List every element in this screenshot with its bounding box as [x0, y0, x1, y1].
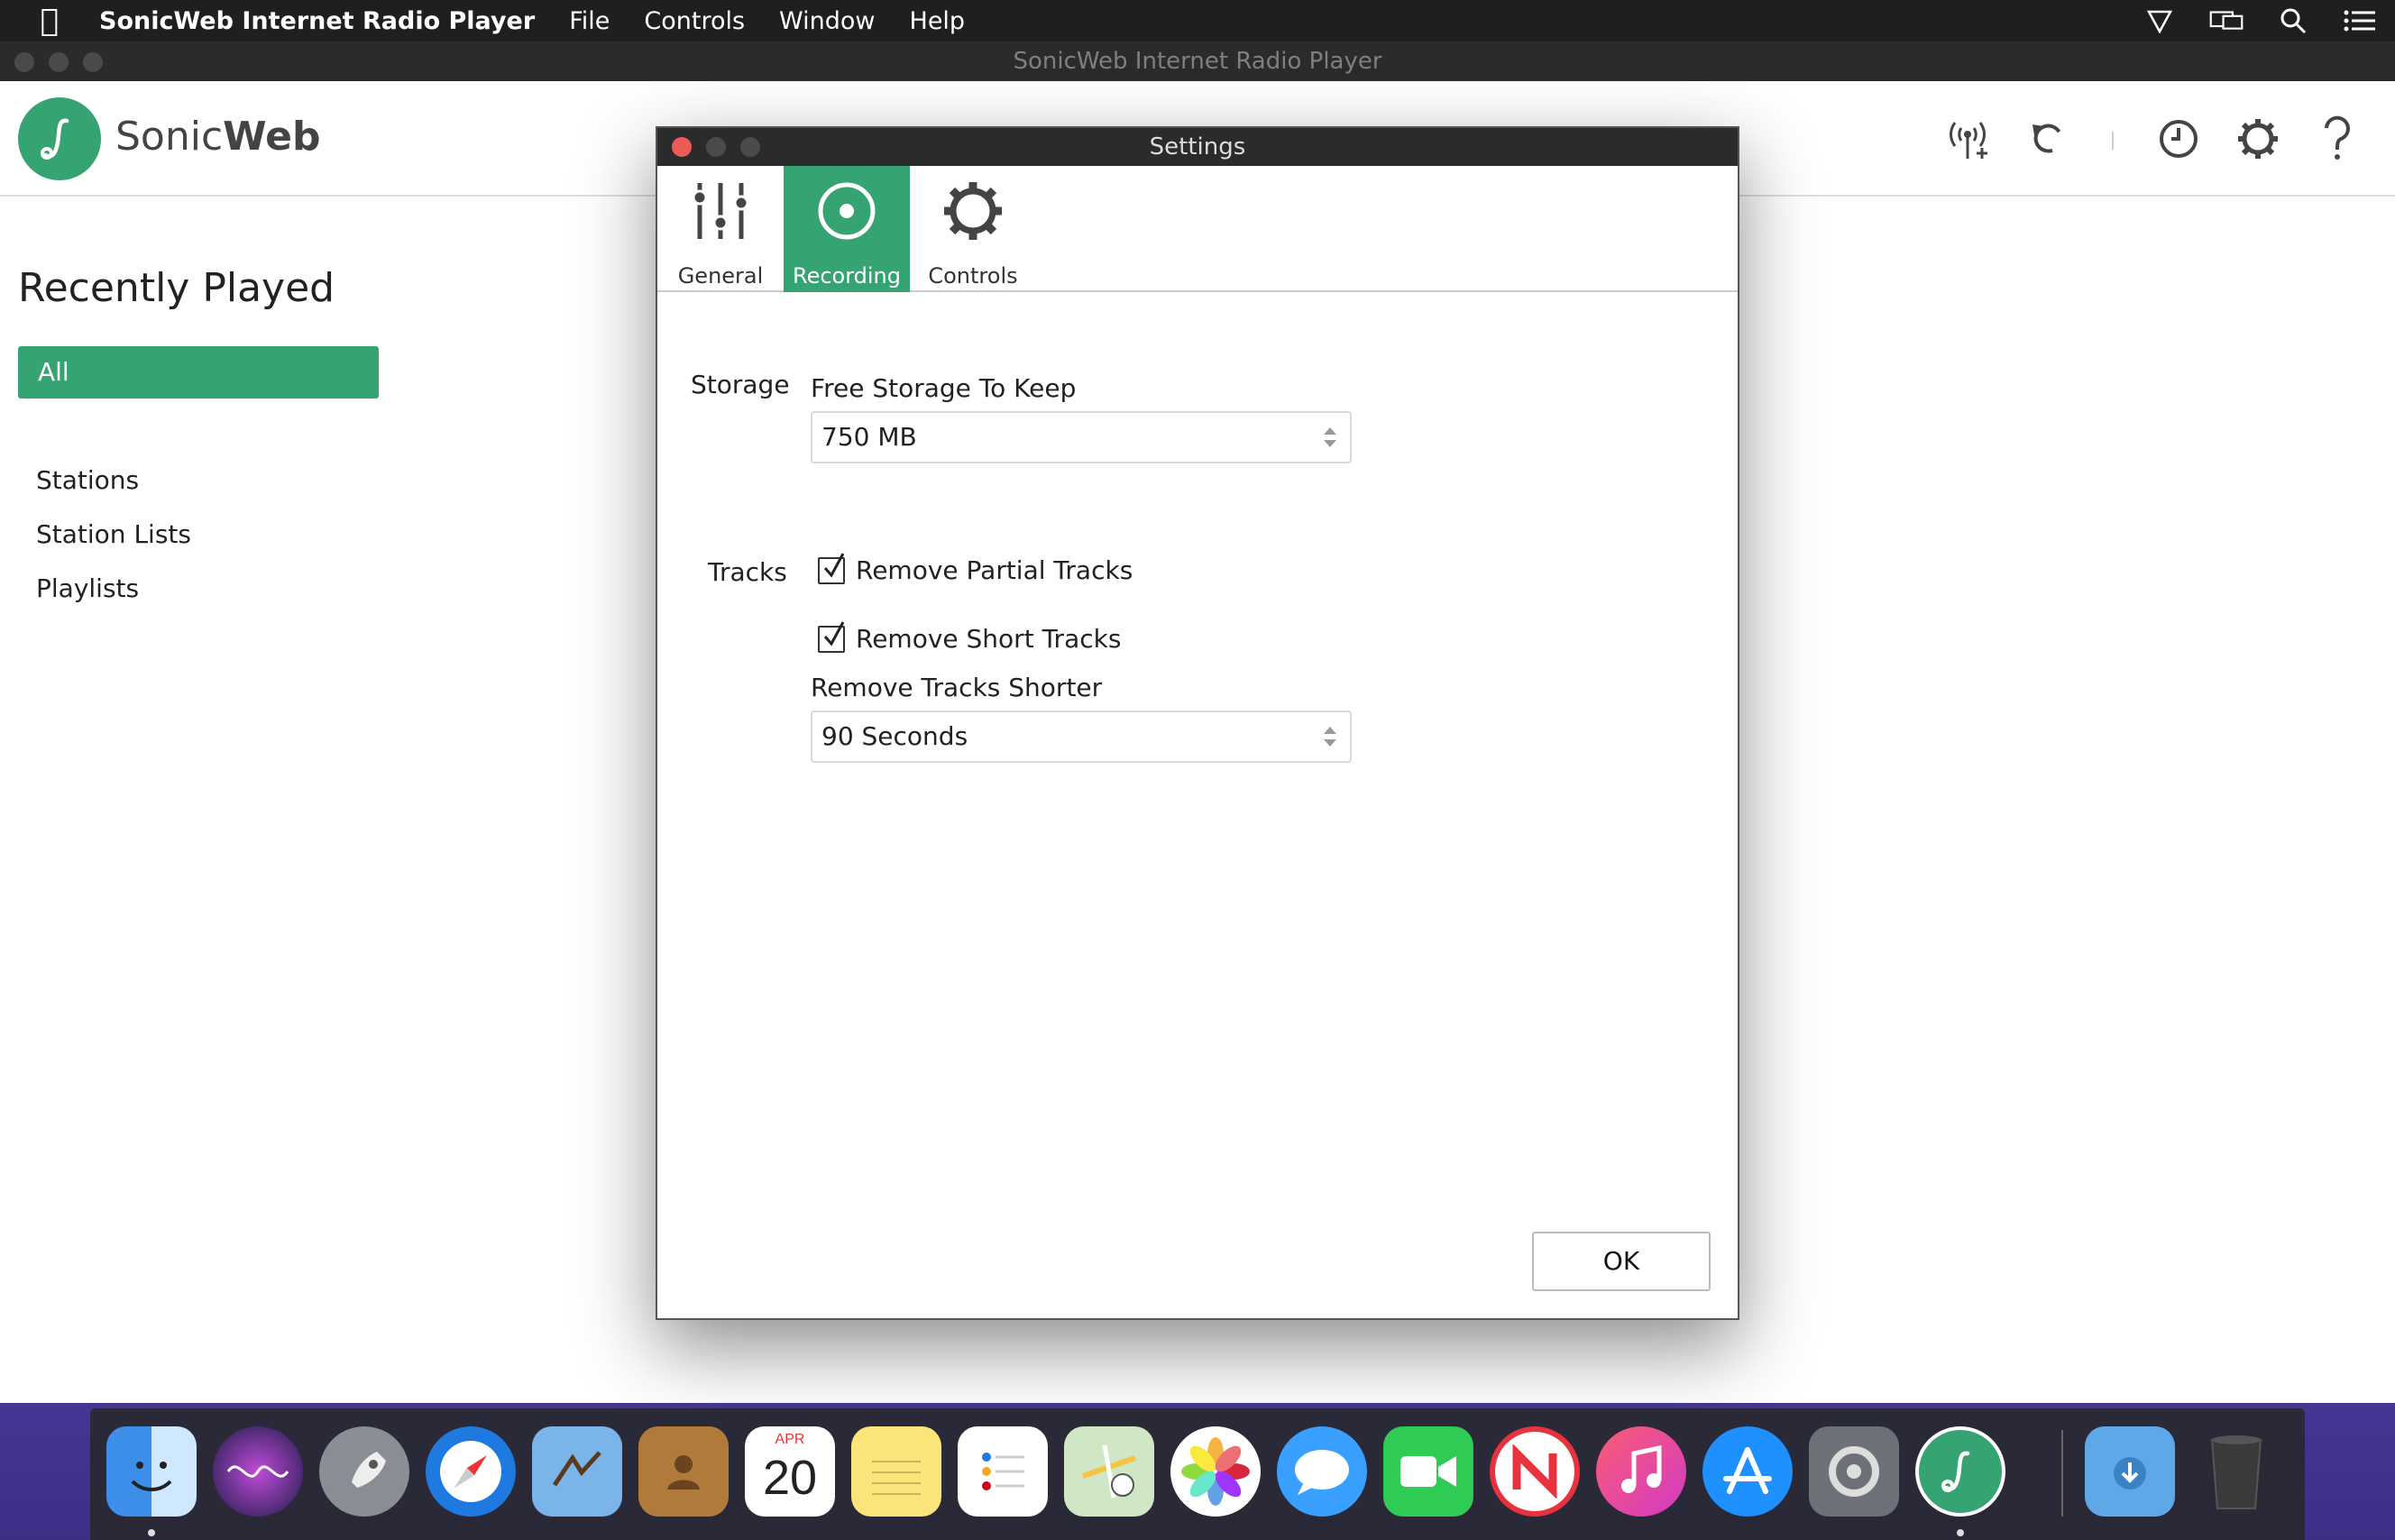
settings-gear-icon[interactable]	[2231, 108, 2285, 170]
tracks-section-label: Tracks	[708, 557, 787, 587]
calendar-month: APR	[775, 1432, 805, 1447]
dialog-controls	[672, 137, 760, 157]
trash-icon[interactable]	[2191, 1426, 2281, 1517]
dialog-close-button[interactable]	[672, 137, 692, 157]
refresh-icon[interactable]	[2020, 108, 2074, 170]
stepper-arrows-icon[interactable]	[1321, 424, 1339, 451]
sliders-icon	[657, 166, 784, 256]
stepper-arrows-icon[interactable]	[1321, 723, 1339, 750]
siri-icon[interactable]	[213, 1426, 303, 1517]
window-title: SonicWeb Internet Radio Player	[1013, 48, 1382, 75]
checkmark-icon	[823, 552, 845, 578]
app-store-icon[interactable]	[1702, 1426, 1793, 1517]
photos-icon[interactable]	[1170, 1426, 1261, 1517]
add-station-icon[interactable]	[1941, 108, 1995, 170]
system-preferences-icon[interactable]	[1809, 1426, 1899, 1517]
sidebar-heading: Recently Played	[18, 265, 335, 311]
dock: APR 20	[90, 1408, 2305, 1540]
window-controls	[14, 52, 103, 72]
brand-light: Sonic	[115, 114, 224, 160]
menu-help[interactable]: Help	[893, 7, 983, 35]
tab-general-label: General	[677, 263, 764, 289]
dialog-minimize-button[interactable]	[706, 137, 726, 157]
notification-list-icon[interactable]	[2343, 7, 2377, 34]
calendar-day: 20	[762, 1451, 818, 1505]
settings-title: Settings	[1149, 133, 1246, 160]
menu-bar:  SonicWeb Internet Radio Player File Co…	[0, 0, 2395, 41]
menu-controls[interactable]: Controls	[627, 7, 762, 35]
facetime-icon[interactable]	[1383, 1426, 1473, 1517]
history-icon[interactable]	[2152, 108, 2206, 170]
launchpad-icon[interactable]	[319, 1426, 409, 1517]
settings-tabs: General Recording Controls	[657, 166, 1738, 292]
menu-app-name[interactable]: SonicWeb Internet Radio Player	[99, 7, 552, 35]
settings-titlebar: Settings	[657, 128, 1738, 166]
sidebar-item-stations[interactable]: Stations	[36, 465, 139, 495]
sidebar-item-playlists[interactable]: Playlists	[36, 573, 139, 603]
calendar-icon[interactable]: APR 20	[745, 1426, 835, 1517]
free-storage-value: 750 MB	[821, 422, 917, 452]
maps-icon[interactable]	[1064, 1426, 1154, 1517]
free-storage-label: Free Storage To Keep	[811, 373, 1077, 403]
display-icon[interactable]	[2209, 7, 2244, 34]
tab-controls[interactable]: Controls	[910, 166, 1036, 292]
airplay-icon[interactable]	[2143, 7, 2177, 34]
dialog-zoom-button[interactable]	[740, 137, 760, 157]
remove-shorter-stepper[interactable]: 90 Seconds	[811, 710, 1352, 763]
gear-icon	[910, 166, 1036, 256]
sidebar-item-station-lists[interactable]: Station Lists	[36, 519, 191, 549]
brand-name: SonicWeb	[115, 114, 320, 160]
filter-all-button[interactable]: All	[18, 346, 379, 399]
remove-shorter-label: Remove Tracks Shorter	[811, 673, 1103, 702]
remove-short-row[interactable]: Remove Short Tracks	[818, 620, 1122, 654]
finder-running-indicator	[148, 1529, 155, 1536]
remove-shorter-value: 90 Seconds	[821, 721, 968, 751]
window-zoom-button[interactable]	[83, 52, 103, 72]
reminders-icon[interactable]	[958, 1426, 1048, 1517]
help-icon[interactable]	[2310, 108, 2364, 170]
sonicweb-running-indicator	[1957, 1529, 1964, 1536]
window-titlebar: SonicWeb Internet Radio Player	[0, 41, 2395, 81]
contacts-icon[interactable]	[638, 1426, 729, 1517]
free-storage-stepper[interactable]: 750 MB	[811, 411, 1352, 463]
notes-icon[interactable]	[851, 1426, 941, 1517]
music-icon[interactable]	[1596, 1426, 1686, 1517]
finder-icon[interactable]	[106, 1426, 197, 1517]
apple-menu-icon[interactable]: 	[0, 3, 99, 39]
messages-icon[interactable]	[1277, 1426, 1367, 1517]
window-close-button[interactable]	[14, 52, 34, 72]
tab-controls-label: Controls	[928, 263, 1018, 289]
menu-file[interactable]: File	[552, 7, 627, 35]
remove-partial-checkbox[interactable]	[818, 552, 845, 584]
safari-icon[interactable]	[426, 1426, 516, 1517]
tab-recording-label: Recording	[792, 263, 902, 289]
tab-general[interactable]: General	[657, 166, 784, 292]
spotlight-icon[interactable]	[2276, 7, 2310, 34]
mail-icon[interactable]	[532, 1426, 622, 1517]
news-icon[interactable]	[1490, 1426, 1580, 1517]
remove-partial-row[interactable]: Remove Partial Tracks	[818, 552, 1133, 585]
remove-short-checkbox[interactable]	[818, 620, 845, 653]
record-icon	[784, 166, 910, 256]
tab-recording[interactable]: Recording	[784, 166, 910, 292]
menu-window[interactable]: Window	[762, 7, 892, 35]
ok-button[interactable]: OK	[1532, 1232, 1711, 1291]
remove-short-label: Remove Short Tracks	[856, 624, 1122, 654]
downloads-folder-icon[interactable]	[2085, 1426, 2175, 1517]
checkmark-icon	[823, 620, 845, 646]
dock-separator	[2061, 1430, 2063, 1517]
sonicweb-icon[interactable]	[1915, 1426, 2005, 1517]
brand-bold: Web	[223, 114, 321, 160]
settings-dialog: Settings General Recording Controls Stor…	[656, 126, 1739, 1320]
storage-section-label: Storage	[691, 370, 790, 399]
sonicweb-logo-icon	[18, 97, 101, 180]
toolbar-divider	[2112, 132, 2114, 150]
remove-partial-label: Remove Partial Tracks	[856, 555, 1133, 585]
window-minimize-button[interactable]	[49, 52, 69, 72]
